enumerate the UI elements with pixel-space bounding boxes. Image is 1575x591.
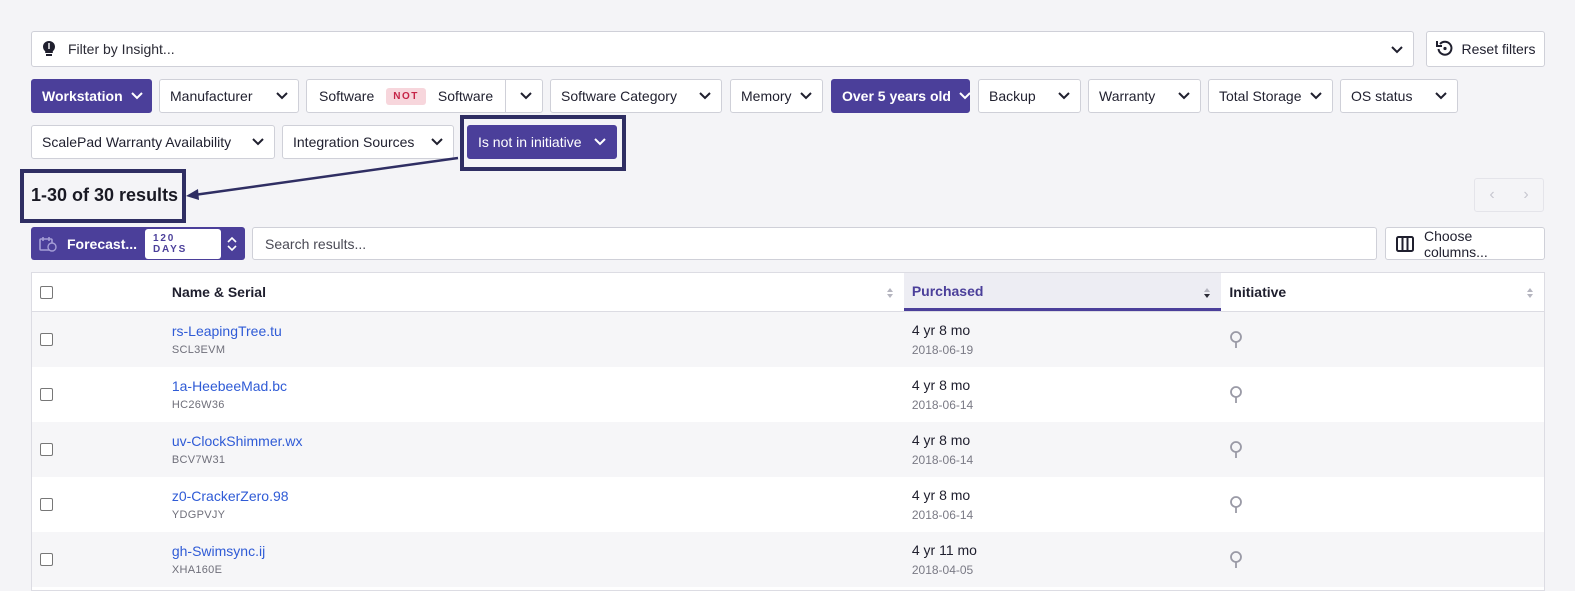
sort-icon [886,286,894,302]
select-all-checkbox[interactable] [40,285,53,299]
purchased-date: 2018-06-14 [911,508,974,522]
row-select-cell [32,367,172,422]
initiative-pin-icon[interactable] [1229,312,1544,367]
forecast-control[interactable]: Forecast... 120 DAYS [31,227,245,260]
results-table: Name & Serial Purchased Initiative rs-Le… [31,272,1545,591]
row-checkbox[interactable] [40,498,53,511]
device-name-link[interactable]: uv-ClockShimmer.wx [172,433,904,449]
forecast-label: Forecast... [67,235,138,252]
sort-desc-icon [1203,286,1211,302]
column-header-purchased[interactable]: Purchased [903,273,1222,311]
column-header-initiative[interactable]: Initiative [1221,273,1544,311]
device-name-link[interactable]: gh-Swimsync.ij [172,543,904,559]
select-all-cell [32,273,172,311]
name-serial-cell: gh-Swimsync.ij XHA160E [172,532,904,587]
forecast-days-badge: 120 DAYS [145,228,221,259]
purchased-age: 4 yr 8 mo [911,322,971,338]
initiative-cell [1221,367,1544,422]
choose-columns-button[interactable]: Choose columns... [1385,227,1545,260]
device-name-link[interactable]: 1a-HeebeeMad.bc [172,378,904,394]
device-serial: BCV7W31 [171,454,226,466]
purchased-date: 2018-06-14 [911,398,974,412]
updown-stepper-icon[interactable] [227,236,237,252]
search-input[interactable] [252,227,1377,260]
initiative-cell [1221,532,1544,587]
initiative-cell [1221,422,1544,477]
name-serial-cell: 1a-HeebeeMad.bc HC26W36 [172,367,904,422]
initiative-pin-icon[interactable] [1229,422,1544,477]
device-serial: XHA160E [171,564,223,576]
initiative-cell [1221,477,1544,532]
table-row[interactable]: 1a-HeebeeMad.bc HC26W36 4 yr 8 mo 2018-0… [32,367,1544,422]
purchased-date: 2018-06-19 [911,343,974,357]
column-header-name-serial[interactable]: Name & Serial [172,273,904,311]
device-serial: YDGPVJY [171,509,226,521]
name-serial-cell: uv-ClockShimmer.wx BCV7W31 [172,422,904,477]
name-serial-cell: z0-CrackerZero.98 YDGPVJY [172,477,904,532]
purchased-date: 2018-06-14 [911,453,974,467]
column-label: Name & Serial [171,284,266,300]
column-label: Initiative [1229,284,1287,300]
initiative-cell [1221,312,1544,367]
forecast-icon [39,236,57,252]
table-row[interactable]: uv-ClockShimmer.wx BCV7W31 4 yr 8 mo 201… [32,422,1544,477]
purchased-cell: 4 yr 8 mo 2018-06-14 [904,477,1222,532]
name-serial-cell: rs-LeapingTree.tu SCL3EVM [172,312,904,367]
device-name-link[interactable]: rs-LeapingTree.tu [172,323,904,339]
table-row[interactable]: gh-Swimsync.ij XHA160E 4 yr 11 mo 2018-0… [32,532,1544,587]
row-checkbox[interactable] [40,443,53,456]
initiative-pin-icon[interactable] [1229,477,1544,532]
column-label: Purchased [911,282,984,299]
purchased-cell: 4 yr 8 mo 2018-06-14 [904,422,1222,477]
choose-columns-label: Choose columns... [1424,227,1488,260]
row-select-cell [32,532,172,587]
sort-icon [1526,286,1534,302]
row-checkbox[interactable] [40,388,53,401]
purchased-cell: 4 yr 8 mo 2018-06-14 [904,367,1222,422]
purchased-age: 4 yr 8 mo [911,377,971,393]
purchased-age: 4 yr 8 mo [911,487,971,503]
device-name-link[interactable]: z0-CrackerZero.98 [172,488,904,504]
row-select-cell [32,312,172,367]
chevron-left-icon[interactable]: ‹ [1475,179,1509,211]
results-summary: 1-30 of 30 results [31,185,179,205]
row-checkbox[interactable] [40,553,53,566]
table-header: Name & Serial Purchased Initiative [32,273,1544,312]
purchased-cell: 4 yr 8 mo 2018-06-19 [904,312,1222,367]
chevron-right-icon[interactable]: › [1509,179,1543,211]
pagination: ‹ › [1474,178,1544,212]
columns-icon [1396,235,1414,252]
purchased-date: 2018-04-05 [911,563,974,577]
device-serial: HC26W36 [171,399,225,411]
purchased-age: 4 yr 8 mo [911,432,971,448]
row-checkbox[interactable] [40,333,53,346]
row-select-cell [32,422,172,477]
table-row[interactable]: rs-LeapingTree.tu SCL3EVM 4 yr 8 mo 2018… [32,312,1544,367]
purchased-cell: 4 yr 11 mo 2018-04-05 [904,532,1222,587]
initiative-pin-icon[interactable] [1229,367,1544,422]
purchased-age: 4 yr 11 mo [911,542,977,558]
initiative-pin-icon[interactable] [1229,532,1544,587]
row-select-cell [32,477,172,532]
device-serial: SCL3EVM [171,344,226,356]
table-row[interactable]: z0-CrackerZero.98 YDGPVJY 4 yr 8 mo 2018… [32,477,1544,532]
